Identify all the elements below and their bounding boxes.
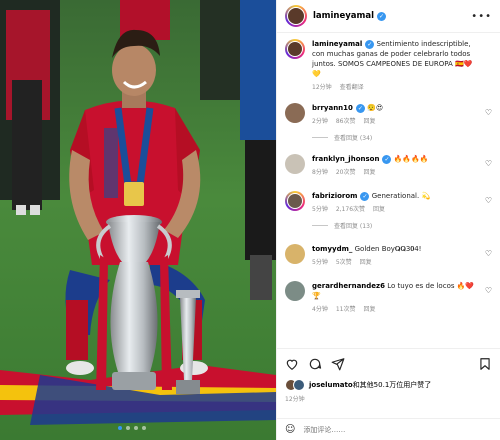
verified-icon: ✓ (360, 191, 370, 201)
comment-meta: 8分钟 20次赞 回复 (312, 168, 478, 178)
carousel-dot[interactable] (142, 426, 146, 430)
player-trophy-image (0, 0, 276, 440)
bookmark-icon[interactable] (478, 357, 492, 371)
carousel-dot[interactable] (134, 426, 138, 430)
comment-text: 😮‍💨😍 (367, 104, 384, 112)
like-heart-icon[interactable]: ♡ (485, 249, 492, 258)
verified-icon: ✓ (365, 39, 375, 49)
like-heart-icon[interactable]: ♡ (485, 159, 492, 168)
translate-link[interactable]: 查看翻译 (340, 83, 364, 93)
carousel-dot[interactable] (118, 426, 122, 430)
caption-username[interactable]: lamineyamal (312, 40, 362, 48)
comment-meta: 2分钟 86次赞 回复 (312, 117, 478, 127)
avatar[interactable] (285, 244, 305, 264)
caption-meta: 12分钟 查看翻译 (312, 83, 478, 93)
likes-summary: joselumato和其他50.1万位用户赞了 (285, 379, 492, 391)
comment: brryann10 ✓ 😮‍💨😍 2分钟 86次赞 回复 ♡ (285, 103, 492, 127)
action-icons (285, 356, 492, 372)
comment: tomyydm_ Golden Boy𝐐𝐐3𝟎4! 5分钟 5次赞 回复 ♡ (285, 244, 492, 268)
avatar[interactable] (285, 5, 307, 27)
like-heart-icon[interactable]: ♡ (485, 108, 492, 117)
reply-button[interactable]: 回复 (363, 168, 375, 178)
comment-likes[interactable]: 11次赞 (336, 305, 356, 315)
reply-button[interactable]: 回复 (363, 117, 375, 127)
reply-button[interactable]: 回复 (373, 205, 385, 215)
reply-button[interactable]: 回复 (360, 258, 372, 268)
avatar[interactable] (285, 191, 305, 211)
comment-body: tomyydm_ Golden Boy𝐐𝐐3𝟎4! 5分钟 5次赞 回复 (312, 244, 492, 268)
view-replies[interactable]: 查看回复 (13) (312, 221, 492, 230)
avatar[interactable] (285, 281, 305, 301)
avatar[interactable] (285, 103, 305, 123)
comment-username[interactable]: brryann10 (312, 104, 353, 112)
post-header: lamineyamal ✓ ••• (277, 0, 500, 33)
instagram-post-viewer: lamineyamal ✓ ••• lamineyamal ✓ Sentimien… (0, 0, 500, 440)
add-comment-input[interactable] (303, 425, 492, 434)
comment-meta: 4分钟 11次赞 回复 (312, 305, 478, 315)
avatar[interactable] (285, 154, 305, 174)
comment-body: brryann10 ✓ 😮‍💨😍 2分钟 86次赞 回复 (312, 103, 492, 127)
comment-body: fabriziorom ✓ Generational. 💫 5分钟 2,176次赞… (312, 191, 492, 215)
view-replies[interactable]: 查看回复 (34) (312, 133, 492, 142)
verified-icon: ✓ (377, 11, 387, 21)
view-replies-label[interactable]: 查看回复 (13) (334, 221, 372, 230)
comment-username[interactable]: tomyydm_ (312, 245, 352, 253)
comment-text: Generational. 💫 (371, 192, 431, 200)
verified-icon: ✓ (355, 103, 365, 113)
comment-body: gerardhernandez6 Lo tuyo es de locos 🔥❤️… (312, 281, 492, 315)
comment-time: 8分钟 (312, 169, 328, 176)
caption-time: 12分钟 (312, 84, 332, 91)
comment-likes[interactable]: 86次赞 (336, 117, 356, 127)
more-options-icon[interactable]: ••• (471, 11, 492, 22)
comment-likes[interactable]: 5次赞 (336, 258, 352, 268)
likes-rest[interactable]: 和其他50.1万位用户赞了 (353, 381, 432, 389)
post-username[interactable]: lamineyamal (313, 11, 374, 21)
caption: lamineyamal ✓ Sentimiento indescriptible,… (285, 39, 492, 93)
share-icon[interactable] (331, 357, 345, 371)
verified-icon: ✓ (382, 154, 392, 164)
comments-list[interactable]: lamineyamal ✓ Sentimiento indescriptible,… (277, 33, 500, 348)
comment: fabriziorom ✓ Generational. 💫 5分钟 2,176次赞… (285, 191, 492, 215)
comment-time: 5分钟 (312, 206, 328, 213)
post-time: 12分钟 (285, 396, 305, 403)
carousel-dots[interactable] (118, 426, 146, 430)
emoji-icon[interactable]: ☺ (285, 424, 295, 435)
comment: gerardhernandez6 Lo tuyo es de locos 🔥❤️… (285, 281, 492, 315)
comment-meta: 5分钟 5次赞 回复 (312, 258, 478, 268)
comment-time: 4分钟 (312, 306, 328, 313)
comment-body: franklyn_jhonson ✓ 🔥🔥🔥🔥 8分钟 20次赞 回复 (312, 154, 492, 178)
like-heart-icon[interactable]: ♡ (485, 196, 492, 205)
avatar[interactable] (285, 39, 305, 59)
comment-time: 5分钟 (312, 259, 328, 266)
comment-likes[interactable]: 20次赞 (336, 168, 356, 178)
reply-button[interactable]: 回复 (363, 305, 375, 315)
liker-username[interactable]: joselumato (309, 381, 353, 389)
post-details-panel: lamineyamal ✓ ••• lamineyamal ✓ Sentimien… (276, 0, 500, 440)
comment-text: Golden Boy𝐐𝐐3𝟎4! (354, 245, 422, 253)
caption-body: lamineyamal ✓ Sentimiento indescriptible,… (312, 39, 492, 93)
replies-divider (312, 137, 328, 138)
comment-username[interactable]: fabriziorom (312, 192, 357, 200)
comment-likes[interactable]: 2,176次赞 (336, 205, 365, 215)
comment-username[interactable]: franklyn_jhonson (312, 155, 379, 163)
replies-divider (312, 225, 328, 226)
like-heart-icon[interactable] (285, 357, 299, 371)
comment: franklyn_jhonson ✓ 🔥🔥🔥🔥 8分钟 20次赞 回复 ♡ (285, 154, 492, 178)
comment-username[interactable]: gerardhernandez6 (312, 282, 385, 290)
comment-icon[interactable] (308, 357, 322, 371)
likes-text[interactable]: joselumato和其他50.1万位用户赞了 (309, 380, 431, 390)
comment-meta: 5分钟 2,176次赞 回复 (312, 205, 478, 215)
carousel-dot[interactable] (126, 426, 130, 430)
post-photo[interactable] (0, 0, 276, 440)
view-replies-label[interactable]: 查看回复 (34) (334, 133, 372, 142)
avatar (293, 379, 305, 391)
add-comment-bar: ☺ (277, 418, 500, 440)
like-heart-icon[interactable]: ♡ (485, 286, 492, 295)
comment-text: 🔥🔥🔥🔥 (393, 155, 429, 163)
comment-time: 2分钟 (312, 118, 328, 125)
